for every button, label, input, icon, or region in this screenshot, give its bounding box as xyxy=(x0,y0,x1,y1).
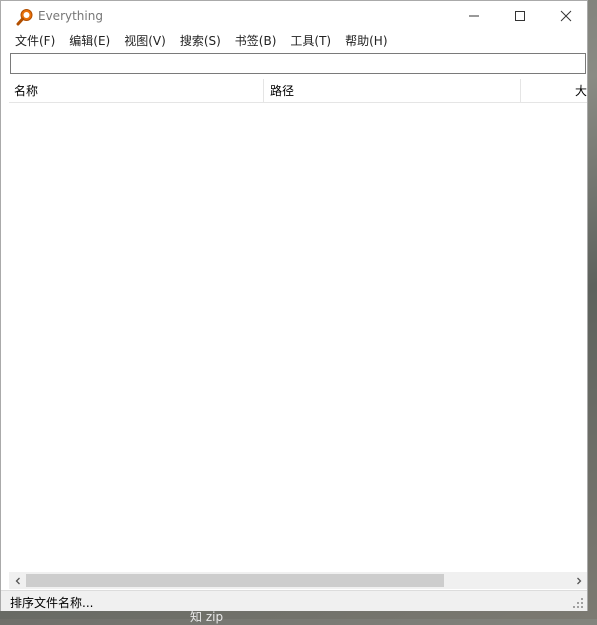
menu-bar: 文件(F) 编辑(E) 视图(V) 搜索(S) 书签(B) 工具(T) 帮助(H… xyxy=(1,31,587,51)
menu-edit[interactable]: 编辑(E) xyxy=(62,31,117,51)
search-input[interactable] xyxy=(10,53,586,74)
column-header-name[interactable]: 名称 xyxy=(9,79,264,102)
menu-bookmarks[interactable]: 书签(B) xyxy=(228,31,284,51)
column-header: 名称 路径 大 xyxy=(9,79,587,103)
title-bar[interactable]: Everything xyxy=(1,1,587,31)
menu-view[interactable]: 视图(V) xyxy=(117,31,173,51)
menu-file[interactable]: 文件(F) xyxy=(1,31,62,51)
status-bar: 排序文件名称... xyxy=(1,590,587,611)
maximize-icon xyxy=(515,11,525,21)
scroll-left-button[interactable] xyxy=(9,572,26,589)
status-text: 排序文件名称... xyxy=(10,596,94,610)
scrollbar-thumb[interactable] xyxy=(26,574,444,587)
column-header-path[interactable]: 路径 xyxy=(265,79,521,102)
menu-help[interactable]: 帮助(H) xyxy=(338,31,394,51)
scroll-right-button[interactable] xyxy=(570,572,587,589)
horizontal-scrollbar[interactable] xyxy=(9,572,587,589)
chevron-left-icon xyxy=(15,577,20,584)
minimize-button[interactable] xyxy=(451,1,497,31)
menu-search[interactable]: 搜索(S) xyxy=(173,31,228,51)
maximize-button[interactable] xyxy=(497,1,543,31)
window-title: Everything xyxy=(38,9,103,23)
resize-grip-icon[interactable] xyxy=(572,597,584,609)
results-list[interactable] xyxy=(9,103,587,571)
chevron-right-icon xyxy=(576,577,581,584)
column-header-size[interactable]: 大 xyxy=(522,79,587,102)
everything-window: Everything 文件(F) 编辑(E) 视图(V) 搜索(S) 书签(B)… xyxy=(0,0,588,611)
minimize-icon xyxy=(469,15,479,17)
magnifier-app-icon xyxy=(16,9,33,26)
close-button[interactable] xyxy=(543,1,589,31)
close-icon xyxy=(560,10,572,22)
menu-tools[interactable]: 工具(T) xyxy=(283,31,338,51)
